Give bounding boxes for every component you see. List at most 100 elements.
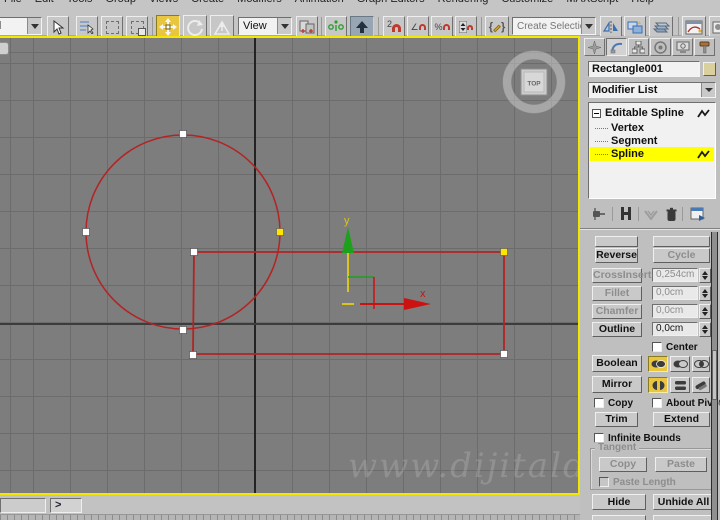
outline-spinner[interactable] (699, 322, 711, 337)
menu-help[interactable]: Help (631, 0, 654, 6)
menu-create[interactable]: Create (191, 0, 224, 6)
stack-item-editable-spline[interactable]: Editable Spline (590, 106, 714, 120)
percent-snap-toggle-button[interactable]: % (431, 16, 453, 38)
collapse-box-icon[interactable] (592, 108, 601, 118)
chevron-down-icon[interactable] (701, 83, 715, 97)
first-vertex-circle[interactable] (276, 228, 284, 236)
maxscript-prompt[interactable]: > (50, 498, 82, 513)
track-bar[interactable] (0, 514, 580, 520)
menu-group[interactable]: Group (105, 0, 136, 6)
pin-stack-icon[interactable] (592, 206, 606, 222)
panel-scrollbar[interactable] (711, 232, 718, 520)
mirror-vertical-button[interactable] (670, 377, 690, 393)
curve-editor-button[interactable] (682, 16, 706, 38)
mirror-both-button[interactable] (692, 377, 710, 393)
menu-views[interactable]: Views (149, 0, 178, 6)
reverse-button[interactable]: Reverse (595, 248, 638, 263)
fillet-button[interactable]: Fillet (592, 286, 642, 301)
remove-modifier-icon[interactable] (666, 207, 677, 222)
chevron-down-icon[interactable] (581, 18, 595, 34)
unhide-all-button[interactable]: Unhide All (653, 494, 714, 510)
named-selection-sets-button[interactable]: {} (485, 16, 509, 38)
mirror-rollout-button[interactable]: Mirror (592, 376, 642, 393)
align-button[interactable] (624, 16, 646, 38)
window-crossing-button[interactable] (126, 16, 148, 38)
mirror-horizontal-button[interactable] (648, 377, 668, 393)
clipped-button[interactable] (653, 515, 714, 520)
show-end-result-icon[interactable] (620, 206, 632, 222)
hide-button[interactable]: Hide (592, 494, 646, 510)
configure-modifier-sets-icon[interactable] (690, 207, 706, 222)
menu-maxscript[interactable]: MAXScript (566, 0, 618, 6)
rectangular-selection-region-button[interactable] (101, 16, 123, 38)
circle-spline[interactable] (85, 134, 281, 330)
chamfer-value-field[interactable]: 0,0cm (652, 304, 698, 318)
stack-subobject-vertex[interactable]: Vertex (590, 121, 714, 135)
select-by-name-button[interactable] (76, 16, 98, 38)
viewport-top[interactable]: www.dijitalde y x (0, 36, 580, 495)
scrollbar-thumb[interactable] (712, 350, 717, 400)
angle-snap-toggle-button[interactable]: ∠ (407, 16, 429, 38)
paste-length-checkbox[interactable] (599, 477, 609, 487)
tab-hierarchy[interactable] (628, 38, 649, 56)
menu-animation[interactable]: Animation (295, 0, 344, 6)
stack-subobject-segment[interactable]: Segment (590, 134, 714, 148)
boolean-union-button[interactable] (648, 356, 668, 372)
tab-utilities[interactable] (694, 38, 715, 56)
select-object-button[interactable] (47, 16, 69, 38)
menu-edit[interactable]: Edit (35, 0, 54, 6)
first-vertex-rectangle[interactable] (500, 248, 508, 256)
menu-customize[interactable]: Customize (501, 0, 553, 6)
clipped-button[interactable] (592, 515, 646, 520)
tab-modify[interactable] (606, 38, 627, 56)
move-gizmo[interactable]: y x (342, 215, 431, 310)
clipped-button[interactable] (595, 236, 638, 247)
extend-button[interactable]: Extend (653, 412, 710, 427)
tab-motion[interactable] (650, 38, 671, 56)
boolean-subtraction-button[interactable] (670, 356, 690, 372)
object-color-swatch[interactable] (703, 62, 716, 76)
boolean-button[interactable]: Boolean (592, 355, 642, 372)
selection-filter-dropdown[interactable]: All (0, 17, 42, 35)
clipped-button[interactable] (653, 236, 710, 247)
menu-modifiers[interactable]: Modifiers (237, 0, 282, 6)
select-and-manipulate-button[interactable] (325, 16, 347, 38)
chamfer-spinner[interactable] (699, 304, 711, 319)
tab-display[interactable] (672, 38, 693, 56)
center-checkbox[interactable] (652, 342, 662, 352)
spinner-snap-toggle-button[interactable] (455, 16, 477, 38)
copy-checkbox[interactable] (594, 398, 604, 408)
named-selection-set-dropdown[interactable]: Create Selection Se (512, 17, 596, 35)
material-editor-button[interactable] (709, 16, 720, 38)
fillet-value-field[interactable]: 0,0cm (652, 286, 698, 300)
trim-button[interactable]: Trim (595, 412, 638, 427)
outline-button[interactable]: Outline (592, 322, 642, 337)
tangent-copy-button[interactable]: Copy (599, 457, 647, 472)
chevron-down-icon[interactable] (277, 18, 291, 34)
tangent-paste-button[interactable]: Paste (655, 457, 707, 472)
menu-file[interactable]: File (4, 0, 22, 6)
object-name-field[interactable]: Rectangle001 (588, 61, 700, 77)
tab-create[interactable] (584, 38, 605, 56)
menu-graph-editors[interactable]: Graph Editors (357, 0, 425, 6)
modifier-list-dropdown[interactable]: Modifier List (588, 82, 716, 98)
use-pivot-point-center-button[interactable] (296, 16, 318, 38)
cross-insert-button[interactable]: CrossInsert (592, 268, 651, 283)
chamfer-button[interactable]: Chamfer (592, 304, 642, 319)
boolean-intersection-button[interactable] (692, 356, 710, 372)
chevron-down-icon[interactable] (27, 18, 41, 34)
viewcube[interactable]: N E S W TOP (502, 50, 566, 116)
menu-rendering[interactable]: Rendering (438, 0, 489, 6)
layer-manager-button[interactable] (649, 16, 673, 38)
cycle-button[interactable]: Cycle (653, 248, 710, 263)
cross-insert-value-field[interactable]: 0,254cm (652, 268, 698, 282)
fillet-spinner[interactable] (699, 286, 711, 301)
mirror-button[interactable] (600, 16, 622, 38)
cross-insert-spinner[interactable] (699, 268, 711, 283)
keyboard-shortcut-override-button[interactable] (350, 16, 374, 38)
stack-subobject-spline-selected[interactable]: Spline (590, 147, 714, 161)
about-pivot-checkbox[interactable] (652, 398, 662, 408)
maxscript-mini-listener[interactable] (0, 498, 46, 513)
snaps-toggle-button[interactable]: 2 (383, 16, 405, 38)
outline-value-field[interactable]: 0,0cm (652, 322, 698, 336)
